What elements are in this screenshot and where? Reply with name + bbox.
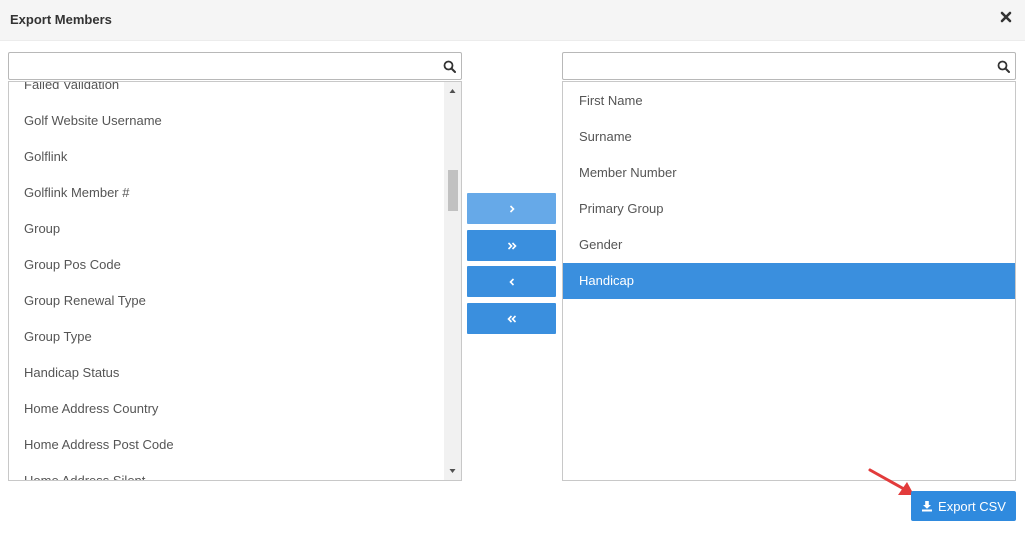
search-icon[interactable] [443, 60, 456, 73]
double-chevron-left-icon [506, 314, 516, 323]
vertical-scrollbar[interactable] [444, 82, 461, 480]
list-item[interactable]: Handicap Status [9, 355, 445, 391]
double-chevron-right-icon [507, 241, 517, 250]
download-icon [922, 501, 933, 512]
close-icon[interactable] [1000, 11, 1012, 23]
list-item[interactable]: First Name [563, 83, 1015, 119]
move-all-right-button[interactable] [467, 230, 556, 261]
list-item[interactable]: Primary Group [563, 191, 1015, 227]
scroll-up-icon[interactable] [444, 82, 461, 99]
move-all-left-button[interactable] [467, 303, 556, 334]
move-selected-left-button[interactable] [467, 266, 556, 297]
list-item[interactable]: Golf Website Username [9, 103, 445, 139]
list-item[interactable]: Home Address Country [9, 391, 445, 427]
export-csv-button[interactable]: Export CSV [911, 491, 1016, 521]
list-item[interactable]: Failed Validation [9, 82, 445, 103]
list-item[interactable]: Golflink [9, 139, 445, 175]
search-icon[interactable] [997, 60, 1010, 73]
available-fields-search-input[interactable] [9, 53, 461, 79]
selected-fields-search [562, 52, 1016, 80]
list-item[interactable]: Gender [563, 227, 1015, 263]
dialog-title: Export Members [10, 12, 112, 27]
list-item[interactable]: Group [9, 211, 445, 247]
export-csv-label: Export CSV [938, 498, 1006, 514]
chevron-left-icon [508, 277, 514, 286]
list-item[interactable]: Member Number [563, 155, 1015, 191]
selected-fields-list[interactable]: First Name Surname Member Number Primary… [562, 81, 1016, 481]
list-item[interactable]: Home Address Post Code [9, 427, 445, 463]
list-item[interactable]: Group Pos Code [9, 247, 445, 283]
scroll-down-icon[interactable] [444, 463, 461, 480]
move-selected-right-button[interactable] [467, 193, 556, 224]
available-fields-search [8, 52, 462, 80]
list-item[interactable]: Home Address Silent [9, 463, 445, 480]
list-item-selected[interactable]: Handicap [563, 263, 1015, 299]
available-fields-list[interactable]: Failed Validation Golf Website Username … [8, 81, 462, 481]
chevron-right-icon [509, 204, 515, 213]
list-item[interactable]: Golflink Member # [9, 175, 445, 211]
scrollbar-thumb[interactable] [448, 170, 458, 211]
selected-fields-search-input[interactable] [563, 53, 1015, 79]
list-item[interactable]: Group Renewal Type [9, 283, 445, 319]
list-item[interactable]: Surname [563, 119, 1015, 155]
list-item[interactable]: Group Type [9, 319, 445, 355]
dialog-header: Export Members [0, 0, 1025, 41]
